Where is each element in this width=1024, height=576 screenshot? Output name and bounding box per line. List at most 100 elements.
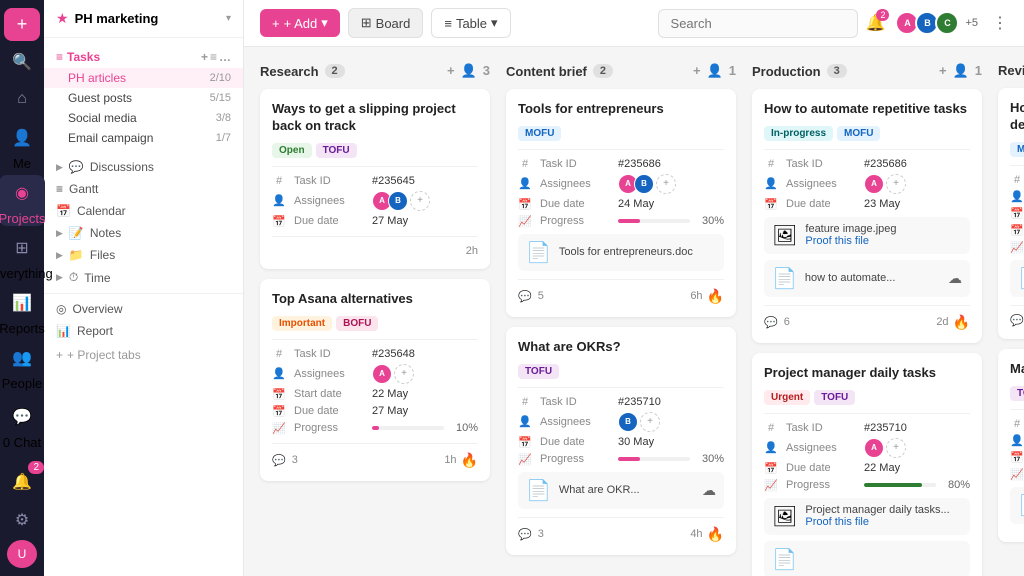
content-brief-add-icon[interactable]: +: [693, 63, 701, 79]
progress-icon: 📈: [764, 479, 778, 492]
sidebar-item-files[interactable]: ▶ 📁 Files: [44, 244, 243, 266]
card-rv1-footer: 💬 2: [1010, 314, 1024, 327]
settings-nav-button[interactable]: ⚙: [4, 503, 40, 536]
sidebar-item-guest-posts[interactable]: Guest posts 5/15: [44, 88, 243, 108]
add-nav-button[interactable]: +: [4, 8, 40, 41]
reports-nav-item[interactable]: 📊 Reports: [0, 285, 45, 336]
card-how-better-deadlines: How to better h... deadlines as a... MOF…: [998, 88, 1024, 339]
search-input[interactable]: [658, 9, 858, 38]
sidebar-item-calendar[interactable]: 📅 Calendar: [44, 200, 243, 222]
card-rv2-tags: TOFU: [1010, 386, 1024, 401]
card-r1-time: 2h: [466, 245, 478, 257]
cloud-icon: ☁: [702, 482, 716, 499]
gantt-label: Gantt: [69, 182, 98, 196]
card-p2-file1-link[interactable]: Proof this file: [805, 516, 949, 528]
table-view-button[interactable]: ≡ Table ▾: [431, 8, 510, 38]
content-brief-person-icon[interactable]: 👤: [707, 63, 723, 79]
sidebar-item-time[interactable]: ▶ ⏱ Time: [44, 266, 243, 289]
production-add-icon[interactable]: +: [939, 63, 947, 79]
tasks-section-header[interactable]: ≡ Tasks + ≡ …: [44, 46, 243, 68]
sidebar-item-gantt[interactable]: ≡ Gantt: [44, 178, 243, 200]
sidebar-item-social-media[interactable]: Social media 3/8: [44, 108, 243, 128]
overview-label: Overview: [72, 302, 122, 316]
duedate-label: Due date: [294, 215, 364, 227]
notifications-nav-button[interactable]: 🔔2: [4, 465, 40, 498]
card-cb2-title: What are OKRs?: [518, 339, 724, 356]
add-assignee-button[interactable]: +: [640, 412, 660, 432]
card-project-manager-tasks: Project manager daily tasks Urgent TOFU …: [752, 353, 982, 576]
card-rv1-tags: MOFU: [1010, 142, 1024, 157]
sidebar-item-discussions[interactable]: ▶ 💬 Discussions: [44, 156, 243, 178]
card-r2-comments: 3: [292, 454, 298, 466]
card-r2-duedate: 27 May: [372, 405, 408, 417]
add-button[interactable]: + + Add ▾: [260, 9, 340, 37]
card-p2-duedate-row: 📅 Due date 22 May: [764, 462, 970, 475]
avatar-cb2-1: B: [618, 412, 638, 432]
sidebar-item-email-campaign[interactable]: Email campaign 1/7: [44, 128, 243, 148]
add-plus-icon: +: [272, 16, 280, 31]
discussions-arrow-icon: ▶: [56, 162, 63, 173]
card-p2-assignees-row: 👤 Assignees A +: [764, 438, 970, 458]
tasks-more-icon[interactable]: …: [219, 50, 231, 64]
card-r2-footer: 💬 3 1h 🔥: [272, 452, 478, 469]
board-view-button[interactable]: ⊞ Board: [348, 8, 424, 38]
progress-label: Progress: [294, 422, 364, 434]
sidebar-header[interactable]: ★ PH marketing ▾: [44, 0, 243, 38]
me-nav-item[interactable]: 👤 Me: [4, 120, 40, 171]
card-rv2-file: 📄 Making...: [1010, 487, 1024, 524]
sidebar-item-notes[interactable]: ▶ 📝 Notes: [44, 222, 243, 244]
notes-label: Notes: [90, 226, 121, 240]
home-nav-button[interactable]: ⌂: [4, 83, 40, 116]
sidebar-item-ph-articles[interactable]: PH articles 2/10: [44, 68, 243, 88]
add-assignee-button[interactable]: +: [656, 174, 676, 194]
calendar-row-icon: 📅: [272, 215, 286, 228]
card-cb1-assignees-row: 👤 Assignees A B +: [518, 174, 724, 194]
card-cb1-avatars: A B +: [618, 174, 676, 194]
card-p1-file1-link[interactable]: Proof this file: [805, 235, 896, 247]
card-rv2-taskid-row: # Task ID: [1010, 418, 1024, 430]
add-assignee-button[interactable]: +: [886, 438, 906, 458]
progress-label: Progress: [786, 479, 856, 491]
taskid-label: Task ID: [294, 348, 364, 360]
progress-icon: 📈: [518, 215, 532, 228]
add-assignee-button[interactable]: +: [410, 191, 430, 211]
production-assignee-count: 1: [975, 63, 982, 79]
tag-open: Open: [272, 143, 312, 158]
people-nav-item[interactable]: 👥 People: [2, 340, 42, 391]
tasks-add-icon[interactable]: +: [201, 50, 208, 64]
star-icon: ★: [56, 10, 69, 27]
hash-icon: #: [764, 422, 778, 434]
guest-posts-label: Guest posts: [68, 91, 132, 105]
add-assignee-button[interactable]: +: [886, 174, 906, 194]
tasks-actions[interactable]: + ≡ …: [201, 50, 231, 64]
tag-bofu: BOFU: [336, 316, 378, 331]
toolbar-more-button[interactable]: ⋮: [992, 13, 1008, 33]
tasks-filter-icon[interactable]: ≡: [210, 50, 217, 64]
card-p1-footer: 💬 6 2d 🔥: [764, 314, 970, 331]
search-nav-button[interactable]: 🔍: [4, 45, 40, 78]
research-column-actions[interactable]: + 👤 3: [447, 63, 490, 79]
card-p1-time: 2d: [936, 316, 948, 328]
project-tabs-button[interactable]: + + Project tabs: [44, 342, 243, 368]
sidebar-item-overview[interactable]: ◎ Overview: [44, 298, 243, 320]
sidebar-item-report[interactable]: 📊 Report: [44, 320, 243, 342]
production-person-icon[interactable]: 👤: [953, 63, 969, 79]
fire-icon: 🔥: [707, 526, 724, 543]
projects-nav-item[interactable]: ◉ Projects: [0, 175, 45, 226]
progress-icon: 📈: [518, 453, 532, 466]
table-chevron-icon: ▾: [491, 15, 498, 31]
chat-nav-item[interactable]: 💬 0 Chat: [3, 399, 41, 450]
research-person-icon[interactable]: 👤: [461, 63, 477, 79]
tag-tofu: TOFU: [316, 143, 357, 158]
progress-bar-cb2: [618, 457, 690, 461]
card-cb2-time: 4h: [690, 528, 702, 540]
notif-bell[interactable]: 🔔 2: [866, 13, 886, 33]
production-column-actions[interactable]: + 👤 1: [939, 63, 982, 79]
everything-nav-item[interactable]: ⊞ Everything: [0, 230, 53, 281]
user-avatar-nav[interactable]: U: [7, 540, 37, 568]
research-add-icon[interactable]: +: [447, 63, 455, 79]
calendar-row-icon: 📅: [764, 462, 778, 475]
add-assignee-button[interactable]: +: [394, 364, 414, 384]
content-brief-column-actions[interactable]: + 👤 1: [693, 63, 736, 79]
report-label: Report: [77, 324, 113, 338]
